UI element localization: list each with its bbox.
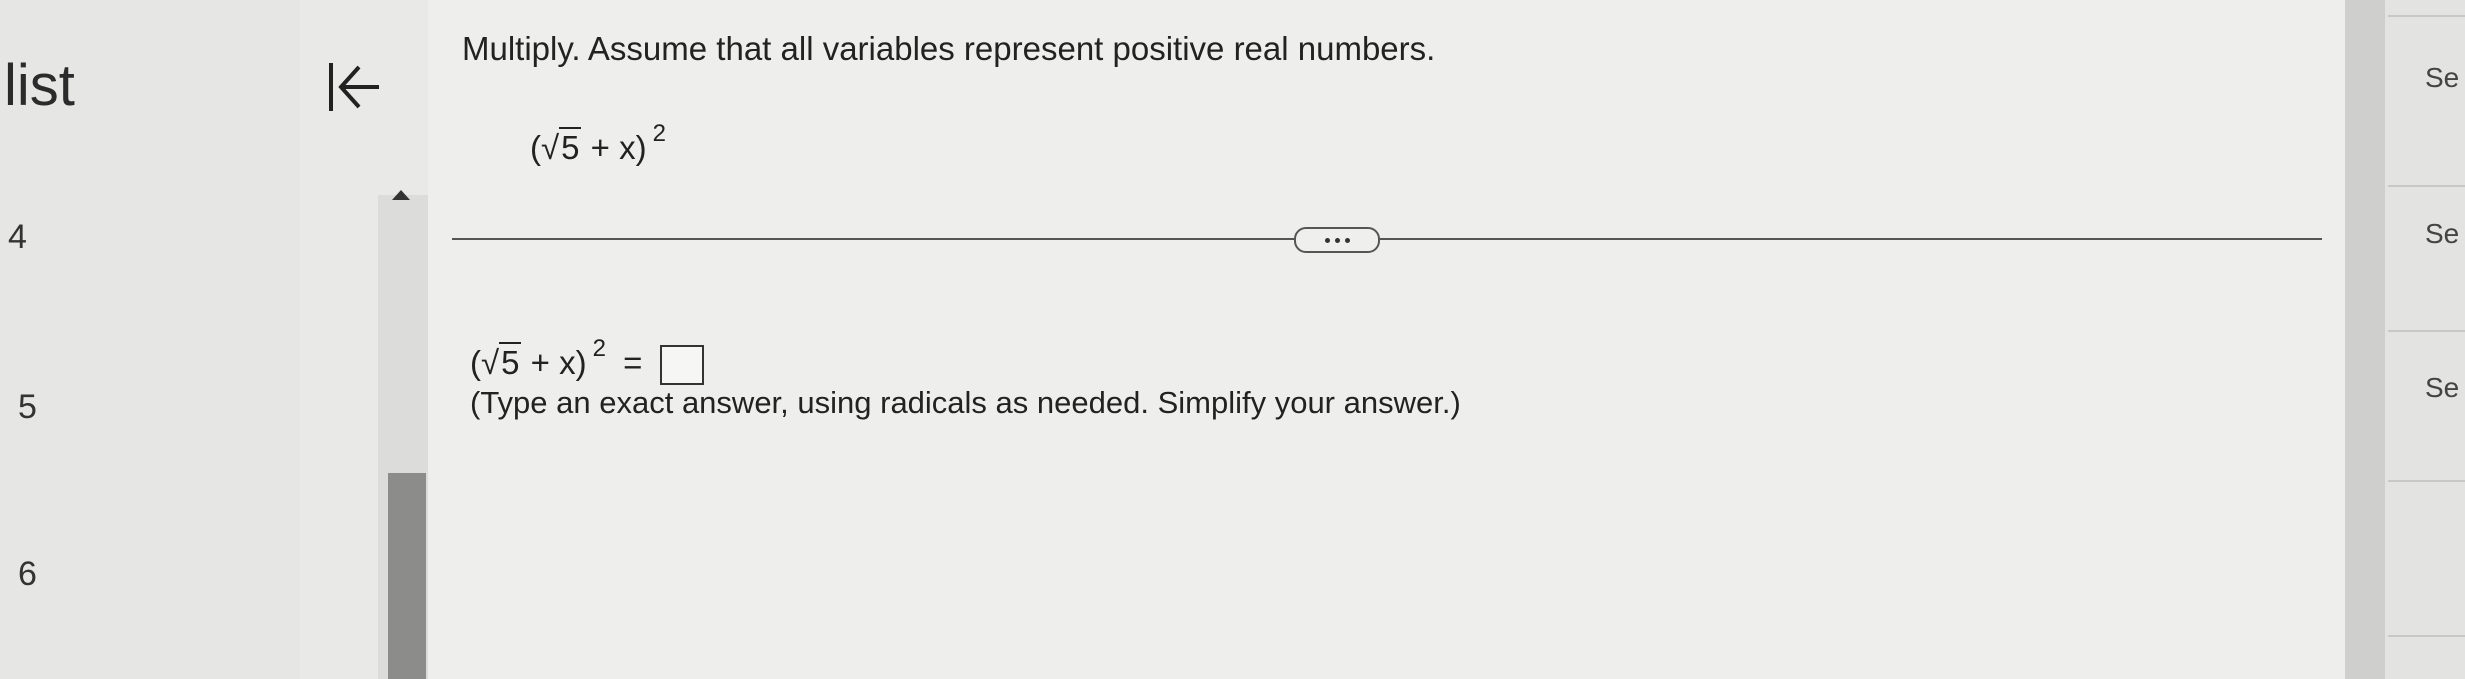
question-list-item-5[interactable]: 5 [18, 388, 37, 427]
answer-line: (√5 + x) 2 = [470, 335, 704, 386]
question-list-title: list [4, 53, 75, 118]
question-instruction: Multiply. Assume that all variables repr… [462, 30, 1436, 67]
question-list-panel: list 4 5 6 [0, 0, 300, 679]
right-panel [2385, 0, 2465, 679]
section-divider [452, 238, 2322, 240]
question-list-item-6[interactable]: 6 [18, 555, 37, 594]
answer-input[interactable] [659, 345, 704, 386]
answer-expression-radicand: 5 [499, 342, 522, 381]
expression-rest: + x) [581, 129, 647, 166]
right-panel-separator [2388, 635, 2465, 637]
answer-equals: = [623, 344, 643, 381]
right-panel-separator [2388, 185, 2465, 187]
right-panel-item-3[interactable]: Se [2425, 372, 2459, 404]
collapse-left-arrow-icon [329, 63, 379, 111]
scroll-up-arrow-icon[interactable] [392, 190, 410, 200]
scrollbar-thumb[interactable] [388, 473, 426, 679]
right-panel-item-1[interactable]: Se [2425, 62, 2459, 94]
question-list-item-4[interactable]: 4 [8, 218, 27, 257]
answer-expression-open: ( [470, 344, 481, 381]
answer-expression-exponent: 2 [592, 335, 606, 362]
collapse-panel-button[interactable] [318, 52, 388, 122]
more-dots-icon [1324, 237, 1330, 243]
right-panel-item-2[interactable]: Se [2425, 218, 2459, 250]
right-panel-separator [2388, 480, 2465, 482]
expression-open: ( [530, 129, 541, 166]
sqrt-symbol-icon: √ [481, 344, 500, 381]
sqrt-symbol-icon: √ [541, 129, 560, 166]
question-expression: (√5 + x) 2 [530, 120, 666, 167]
right-panel-separator [2388, 15, 2465, 17]
answer-hint: (Type an exact answer, using radicals as… [470, 385, 1461, 420]
more-options-button[interactable] [1294, 227, 1380, 253]
more-dots-icon [1334, 237, 1340, 243]
expression-radicand: 5 [559, 127, 582, 166]
expression-exponent: 2 [652, 120, 666, 147]
right-panel-divider[interactable] [2345, 0, 2385, 679]
answer-expression-rest: + x) [521, 344, 587, 381]
more-dots-icon [1344, 237, 1350, 243]
right-panel-separator [2388, 330, 2465, 332]
question-area [428, 0, 2348, 679]
